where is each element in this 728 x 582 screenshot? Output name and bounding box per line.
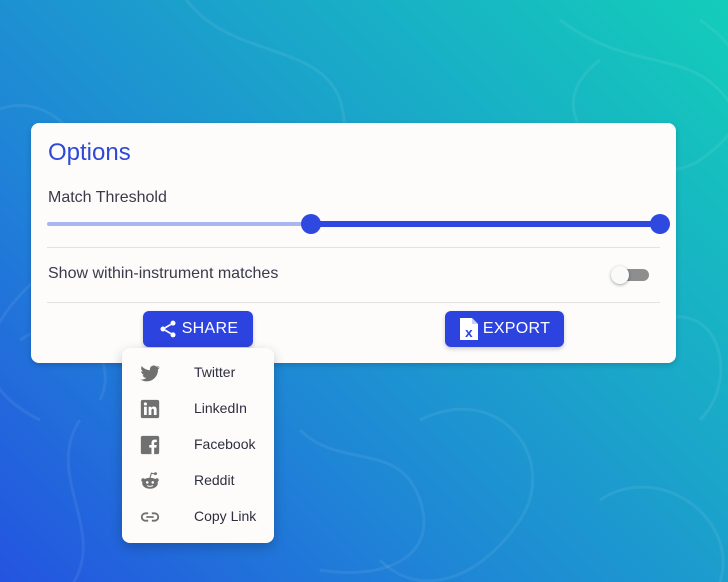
divider [47,302,660,303]
reddit-icon [139,470,161,492]
twitter-icon [139,362,161,384]
share-menu-item-linkedin[interactable]: LinkedIn [122,391,274,427]
share-menu-item-copy-link[interactable]: Copy Link [122,499,274,535]
within-instrument-toggle-label: Show within-instrument matches [48,265,279,282]
slider-thumb-high[interactable] [650,214,670,234]
divider [47,247,660,248]
share-menu: Twitter LinkedIn Facebook Reddit Copy Li… [122,348,274,543]
match-threshold-label: Match Threshold [48,189,167,206]
share-menu-label-reddit: Reddit [194,472,235,488]
share-menu-item-reddit[interactable]: Reddit [122,463,274,499]
options-title: Options [48,139,131,166]
within-instrument-toggle[interactable] [611,266,649,284]
share-menu-item-facebook[interactable]: Facebook [122,427,274,463]
export-button-label: EXPORT [482,320,551,337]
export-button[interactable]: X EXPORT [445,311,564,347]
options-card: Options Match Threshold Show within-inst… [31,123,676,363]
toggle-knob [611,266,629,284]
share-button-label: SHARE [181,320,239,337]
share-menu-label-facebook: Facebook [194,436,256,452]
match-threshold-slider[interactable] [47,211,670,237]
share-menu-item-twitter[interactable]: Twitter [122,355,274,391]
share-button[interactable]: SHARE [143,311,253,347]
svg-text:X: X [465,329,473,340]
slider-range-fill [310,221,660,227]
share-menu-label-linkedin: LinkedIn [194,400,247,416]
share-icon [158,319,178,339]
share-menu-label-copy-link: Copy Link [194,508,257,524]
link-icon [139,506,161,528]
share-menu-label-twitter: Twitter [194,364,236,380]
linkedin-icon [139,398,161,420]
slider-thumb-low[interactable] [300,214,321,234]
excel-file-icon: X [459,317,479,341]
facebook-icon [139,434,161,456]
